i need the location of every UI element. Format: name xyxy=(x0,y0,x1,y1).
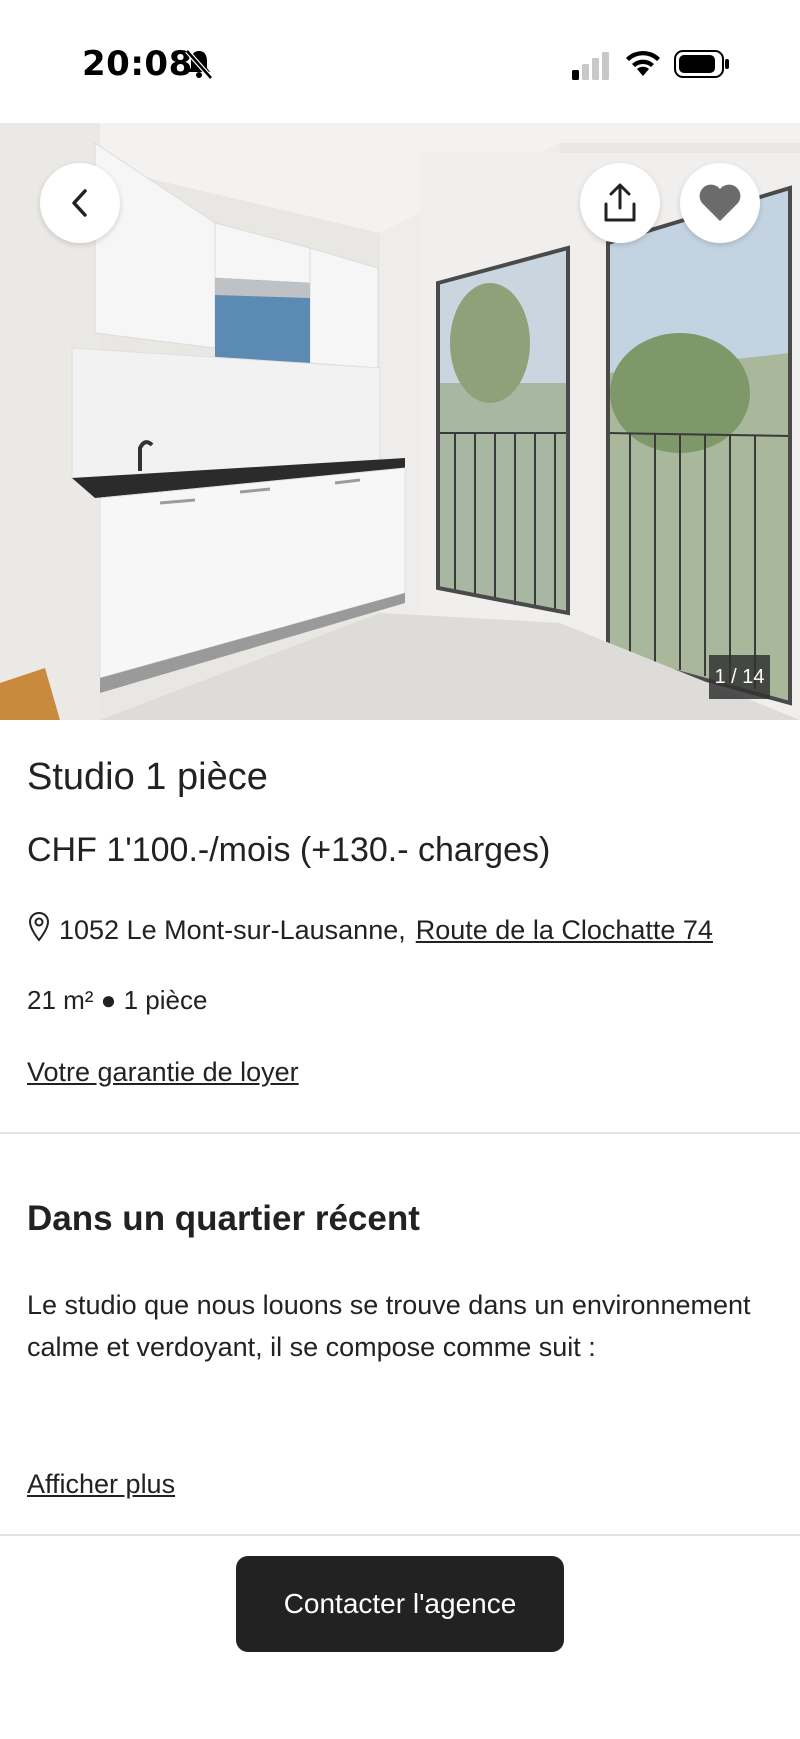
share-icon xyxy=(604,183,636,222)
listing-title: Studio 1 pièce xyxy=(27,756,268,798)
back-icon xyxy=(72,189,87,217)
wifi-icon xyxy=(626,50,660,76)
description-text: Le studio que nous louons se trouve dans… xyxy=(27,1290,751,1362)
photo-gallery[interactable]: 1 / 14 xyxy=(0,123,800,720)
cellular-signal-icon xyxy=(572,52,609,80)
address-locality: 1052 Le Mont-sur-Lausanne, xyxy=(59,915,406,945)
favorite-button[interactable] xyxy=(680,163,760,243)
section-divider xyxy=(0,1132,800,1134)
battery-icon xyxy=(674,50,729,78)
rent-guarantee-link[interactable]: Votre garantie de loyer xyxy=(27,1057,299,1088)
status-bar: 20:08 xyxy=(0,0,800,123)
location-pin-icon xyxy=(28,911,50,942)
listing-photo xyxy=(0,123,800,720)
listing-specs: 21 m² ● 1 pièce xyxy=(27,985,208,1015)
bell-slash-icon xyxy=(185,49,213,80)
address-street-link[interactable]: Route de la Clochatte 74 xyxy=(416,915,713,946)
heart-icon xyxy=(699,184,741,221)
listing-address: 1052 Le Mont-sur-Lausanne, Route de la C… xyxy=(27,911,713,946)
status-time: 20:08 xyxy=(82,44,193,84)
contact-agency-button[interactable]: Contacter l'agence xyxy=(236,1556,564,1652)
listing-price: CHF 1'100.-/mois (+130.- charges) xyxy=(27,831,551,869)
description-title: Dans un quartier récent xyxy=(27,1199,420,1238)
share-button[interactable] xyxy=(580,163,660,243)
footer-divider xyxy=(0,1534,800,1536)
back-button[interactable] xyxy=(40,163,120,243)
show-more-link[interactable]: Afficher plus xyxy=(27,1469,175,1500)
photo-counter: 1 / 14 xyxy=(709,655,770,699)
